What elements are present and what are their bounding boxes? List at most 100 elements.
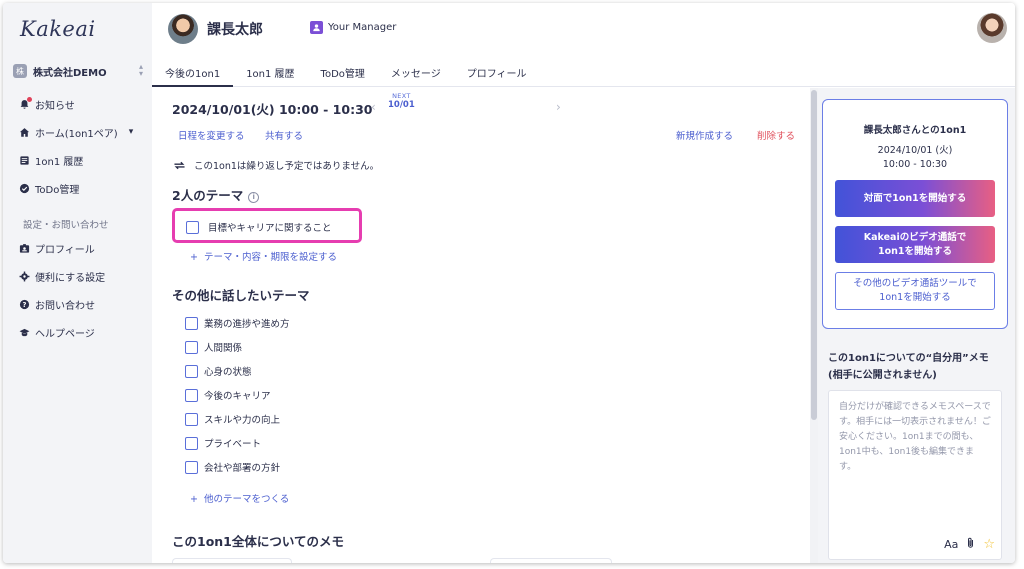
gear-icon [19, 271, 30, 282]
private-memo-title-line1: この1on1についての“自分用”メモ [828, 353, 989, 364]
sidebar-item-contact[interactable]: ? お問い合わせ [19, 293, 147, 315]
checkbox[interactable] [185, 460, 198, 474]
private-memo-title-line2: (相手に公開されません) [828, 370, 937, 381]
topic-item[interactable]: 人間関係 [185, 340, 242, 354]
sidebar-item-label: ホーム(1on1ペア) [35, 128, 118, 140]
topic-label: 今後のキャリア [204, 391, 271, 402]
star-icon[interactable]: ☆ [983, 537, 995, 552]
sidebar-item-notifications[interactable]: お知らせ [19, 93, 147, 115]
scrollbar[interactable] [810, 88, 818, 563]
next-meeting-nav[interactable]: NEXT 10/01 [388, 92, 415, 110]
checkbox[interactable] [185, 340, 198, 354]
updown-chevron-icon: ▴ ▾ [138, 62, 143, 78]
checkbox[interactable] [185, 364, 198, 378]
tab-upcoming[interactable]: 今後の1on1 [152, 61, 234, 87]
checkbox[interactable] [186, 220, 199, 234]
new-meeting-link[interactable]: 新規作成する [676, 128, 733, 142]
plus-icon: + [190, 252, 198, 263]
company-badge: 株 [13, 64, 27, 78]
home-icon [19, 127, 30, 138]
start-meeting-card: 課長太郎さんとの1on1 2024/10/01 (火) 10:00 - 10:3… [822, 99, 1008, 329]
sidebar-item-label: お問い合わせ [35, 300, 95, 312]
start-video-call-button[interactable]: Kakeaiのビデオ通話で 1on1を開始する [835, 226, 995, 263]
avatar[interactable] [168, 14, 198, 44]
topic-label: 人間関係 [204, 343, 243, 354]
button-label-line2: 1on1を開始する [879, 292, 951, 303]
tab-history[interactable]: 1on1 履歴 [233, 61, 307, 87]
memo-toolbar: Aa ☆ [944, 537, 995, 552]
theme-item[interactable]: 目標やキャリアに関すること [186, 220, 332, 234]
topic-item[interactable]: 心身の状態 [185, 364, 252, 378]
svg-text:?: ? [23, 300, 27, 308]
person-icon [310, 21, 323, 34]
private-memo-title: この1on1についての“自分用”メモ (相手に公開されません) [828, 350, 1013, 384]
info-icon[interactable]: i [248, 192, 260, 203]
main-content: 2024/10/01(火) 10:00 - 10:30 ‹ NEXT 10/01… [152, 88, 810, 563]
share-link[interactable]: 共有する [265, 128, 303, 142]
font-format-icon[interactable]: Aa [944, 538, 958, 551]
private-memo-input[interactable] [829, 391, 1001, 535]
sidebar-item-history[interactable]: 1on1 履歴 [19, 149, 147, 171]
role-badge-label: Your Manager [328, 22, 397, 33]
themes-title-text: 2人のテーマ [172, 188, 244, 203]
company-switcher[interactable]: 株 株式会社DEMO ▴ ▾ [13, 61, 143, 81]
sidebar-item-label: ToDo管理 [35, 184, 80, 196]
topic-item[interactable]: 今後のキャリア [185, 388, 271, 402]
topic-label: スキルや力の向上 [204, 415, 281, 426]
chevron-down-icon[interactable]: ▾ [129, 127, 134, 137]
sidebar-item-home[interactable]: ホーム(1on1ペア) ▾ [19, 121, 147, 143]
sidebar-item-label: 1on1 履歴 [35, 156, 84, 168]
settings-section-label: 設定・お問い合わせ [23, 220, 109, 231]
app-logo[interactable]: Kakeai [20, 17, 96, 41]
sidebar-item-label: ヘルプページ [35, 328, 95, 340]
overall-memo-title: この1on1全体についてのメモ [172, 534, 345, 549]
topic-item[interactable]: 会社や部署の方針 [185, 460, 280, 474]
private-memo-editor: Aa ☆ [828, 390, 1002, 560]
sidebar-item-profile[interactable]: プロフィール [19, 237, 147, 259]
paperclip-icon[interactable] [966, 537, 975, 552]
checkbox[interactable] [185, 412, 198, 426]
sidebar-item-help[interactable]: ヘルプページ [19, 321, 147, 343]
scrollbar-thumb[interactable] [811, 90, 817, 420]
user-name: 課長太郎 [207, 22, 263, 38]
tab-bar: 今後の1on1 1on1 履歴 ToDo管理 メッセージ プロフィール [152, 61, 540, 87]
start-in-person-button[interactable]: 対面で1on1を開始する [835, 180, 995, 217]
set-theme-link[interactable]: + テーマ・内容・期限を設定する [190, 249, 337, 263]
card-time: 10:00 - 10:30 [882, 159, 948, 170]
role-badge: Your Manager [310, 21, 396, 34]
current-user-avatar[interactable] [977, 13, 1007, 43]
app-window: Kakeai 株 株式会社DEMO ▴ ▾ お知らせ ホーム(1on1ペア) ▾ … [3, 3, 1015, 563]
start-other-tool-button[interactable]: その他のビデオ通話ツールで 1on1を開始する [835, 272, 995, 310]
chevron-right-icon[interactable]: › [556, 100, 561, 114]
page-header: 課長太郎 Your Manager 今後の1on1 1on1 履歴 ToDo管理… [152, 3, 1015, 87]
repeat-note-text: この1on1は繰り返し予定ではありません。 [194, 161, 380, 172]
checkbox[interactable] [185, 316, 198, 330]
sidebar-item-todo[interactable]: ToDo管理 [19, 177, 147, 199]
checkbox[interactable] [185, 388, 198, 402]
card-datetime: 2024/10/01 (火) 10:00 - 10:30 [823, 144, 1007, 172]
reschedule-link[interactable]: 日程を変更する [178, 128, 245, 142]
button-label-line1: Kakeaiのビデオ通話で [863, 231, 967, 243]
delete-link[interactable]: 削除する [757, 128, 795, 142]
meeting-datetime: 2024/10/01(火) 10:00 - 10:30 [172, 102, 373, 117]
topic-item[interactable]: 業務の進捗や進め方 [185, 316, 290, 330]
card-title: 課長太郎さんとの1on1 [863, 125, 967, 136]
tab-profile[interactable]: プロフィール [454, 61, 540, 87]
card-date: 2024/10/01 (火) [877, 145, 953, 156]
history-icon [19, 155, 30, 166]
sidebar-item-preferences[interactable]: 便利にする設定 [19, 265, 147, 287]
other-topics-title: その他に話したいテーマ [172, 288, 310, 303]
chevron-left-icon[interactable]: ‹ [371, 100, 376, 114]
company-name: 株式会社DEMO [33, 67, 107, 79]
tab-messages[interactable]: メッセージ [378, 61, 454, 87]
button-label-line1: その他のビデオ通話ツールで [853, 278, 977, 289]
topic-label: プライベート [204, 439, 262, 450]
memo-panel-edge [172, 558, 292, 563]
next-label: NEXT [392, 92, 411, 100]
topic-item[interactable]: スキルや力の向上 [185, 412, 280, 426]
next-date: 10/01 [388, 100, 415, 110]
checkbox[interactable] [185, 436, 198, 450]
add-topic-link[interactable]: + 他のテーマをつくる [190, 491, 289, 505]
tab-todo[interactable]: ToDo管理 [308, 61, 378, 87]
topic-item[interactable]: プライベート [185, 436, 261, 450]
